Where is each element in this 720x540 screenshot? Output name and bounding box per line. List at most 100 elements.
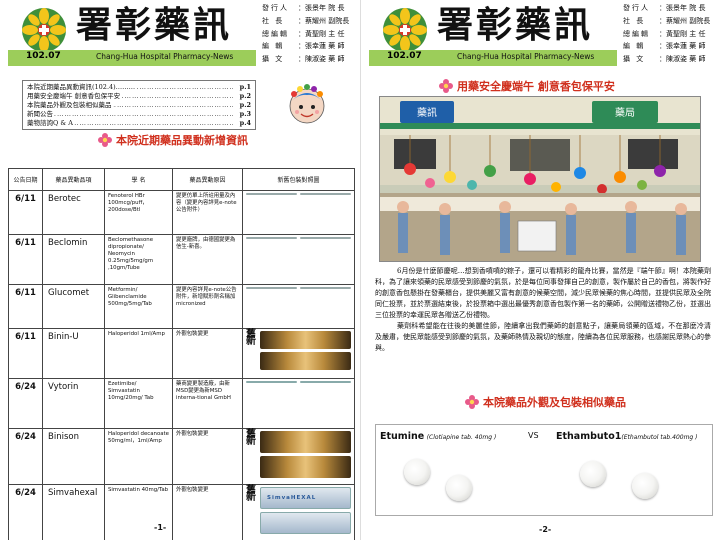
toc-item-page: p.2 [238, 101, 251, 110]
toc-item-title: 新聞公告 [27, 110, 54, 118]
row-reason: 外觀包裝變更 [172, 328, 243, 379]
packaging-photos [246, 381, 351, 383]
etumine-tablet-photo [446, 475, 472, 501]
staff-name: ：張景年 院 長 [298, 4, 345, 12]
new-label: 新 [246, 492, 256, 503]
ethambutol-tablet-photo [580, 461, 606, 487]
staff-role: 編 輯 [262, 42, 285, 51]
article-paragraph: 藥劑科希望能在往後的美麗佳節，陸續拿出我們藥師的創意點子，讓藥局領藥的區域，不在… [375, 322, 711, 352]
section-heading: 用藥安全慶端午 創意香包保平安 [439, 78, 615, 94]
table-row: 6/24 Binison Haloperidol decanoate 50mg/… [8, 428, 355, 485]
staff-row: 總編輯 ：黃聖剛 主 任 [262, 28, 358, 41]
staff-name: ：張幸蓮 藥 師 [659, 42, 706, 51]
new-package-photo [300, 193, 351, 195]
row-date: 6/11 [8, 190, 43, 235]
staff-name: ：蔡耀州 副院長 [659, 16, 711, 25]
packaging-photos [246, 237, 351, 239]
new-package-photo [300, 237, 351, 239]
masthead-subtitle: Chang-Hua Hospital Pharmacy-News [96, 52, 234, 61]
table-row: 6/11 Glucomet Metformin/ Glibenclamide 5… [8, 284, 355, 329]
table-row: 6/24 Simvahexal Simvastatin 40mg/Tab 外觀包… [8, 484, 355, 540]
toc-item-title: 本院藥品外觀及包裝相似藥品 [27, 101, 113, 109]
staff-row: 總編輯 ：黃聖剛 主 任 [623, 28, 719, 41]
staff-role: 總編輯 [262, 29, 289, 38]
toc-item-title: 用藥安全慶端午 創意香包保平安 [27, 92, 122, 100]
newsletter-page-1: 署彰藥訊 102.07 Chang-Hua Hospital Pharmacy-… [0, 0, 360, 540]
issue-number: 102.07 [26, 51, 61, 61]
toc-item[interactable]: …………………………………………………………………………………………本院藥品外觀… [27, 101, 251, 110]
section-title: 本院近期藥品異動新增資訊 [116, 134, 248, 147]
hospital-logo-icon [383, 8, 427, 52]
row-reason: 變更仿單上所註用量及內容（變更內容詳見e-note公告附件） [172, 190, 243, 235]
page-number: -2- [539, 525, 552, 534]
row-reason: 外觀包裝變更 [172, 428, 243, 485]
table-row: 6/11 Beclomin Beclomethasone dipropionat… [8, 234, 355, 285]
row-date: 6/11 [8, 328, 43, 379]
toc-item-title: 本院近期藥品異動資訊(102.4)……… [27, 83, 137, 91]
staff-row: 社 長 ：蔡耀州 副院長 [262, 15, 358, 28]
pharmacy-scene-illustration: 藥訊 藥局 [380, 97, 700, 261]
row-reason: 外觀包裝變更 [172, 484, 243, 540]
column-header-date: 公告日期 [8, 168, 43, 191]
staff-name: ：黃聖剛 主 任 [298, 29, 345, 38]
masthead-bar: 102.07 Chang-Hua Hospital Pharmacy-News [369, 50, 617, 66]
row-date: 6/24 [8, 484, 43, 540]
old-new-labels: 舊新 [246, 330, 256, 347]
staff-row: 攝 文 ：陳淑姿 藥 師 [262, 53, 358, 66]
column-header-item: 藥品異動品項 [42, 168, 105, 191]
row-date: 6/11 [8, 234, 43, 285]
hospital-logo-icon [22, 8, 66, 52]
old-package-photo [246, 381, 297, 383]
article-paragraph: 6月份是什麼節慶呢…想到香噴噴的粽子，還可以看精彩的龍舟比賽，當然是『端午節』啊… [375, 267, 711, 319]
table-row: 6/11 Binin-U Haloperidol 1ml/Amp 外觀包裝變更 … [8, 328, 355, 379]
row-drug-name: Berotec [42, 190, 105, 235]
toc-item[interactable]: …………………………………………………………………………………………新聞公告 p.… [27, 110, 251, 119]
staff-role: 總編輯 [623, 29, 650, 38]
photo-sign-1: 藥訊 [417, 106, 437, 119]
toc-item[interactable]: …………………………………………………………………………………………用藥安全慶端… [27, 92, 251, 101]
newsletter-page-2: 署彰藥訊 102.07 Chang-Hua Hospital Pharmacy-… [360, 0, 720, 540]
article-body: 6月份是什麼節慶呢…想到香噴噴的粽子，還可以看精彩的龍舟比賽，當然是『端午節』啊… [375, 266, 711, 354]
section-heading: 本院藥品外觀及包裝相似藥品 [465, 394, 626, 410]
old-ampoule-photo [260, 431, 351, 453]
row-reason: 變更廠牌，由德國變更為信生-新喜。 [172, 234, 243, 285]
packaging-photos [246, 193, 351, 195]
staff-role: 編 輯 [623, 42, 646, 51]
staff-name: ：陳淑姿 藥 師 [298, 55, 345, 64]
left-drug-brand: Etumine [380, 431, 425, 442]
drug-change-table: 公告日期 藥品異動品項 學 名 藥品異動原因 新舊包裝對照圖 6/11 Bero… [8, 168, 355, 540]
column-header-packaging: 新舊包裝對照圖 [242, 168, 355, 191]
staff-list: 發行人 ：張景年 院 長 社 長 ：蔡耀州 副院長 總編輯 ：黃聖剛 主 任 編 輯 ：… [623, 2, 719, 66]
new-package-photo [300, 287, 351, 289]
row-generic: Fenoterol HBr 100mcg/puff，200dose/Btl [104, 190, 173, 235]
row-date: 6/24 [8, 428, 43, 485]
staff-name: ：黃聖剛 主 任 [659, 29, 706, 38]
row-packaging: 舊新 [242, 428, 355, 485]
masthead: 署彰藥訊 102.07 Chang-Hua Hospital Pharmacy-… [8, 2, 256, 66]
flower-bullet-icon [98, 133, 112, 147]
table-row: 6/24 Vytorin Ezetimibe/ Simvastatin 10mg… [8, 378, 355, 429]
section-title: 本院藥品外觀及包裝相似藥品 [483, 396, 626, 409]
toc-item[interactable]: …………………………………………………………………………………………本院近期藥品… [27, 83, 251, 92]
new-label: 新 [246, 436, 256, 447]
row-drug-name: Beclomin [42, 234, 105, 285]
etumine-tablet-photo [404, 459, 430, 485]
old-package-photo [246, 193, 297, 195]
row-drug-name: Binin-U [42, 328, 105, 379]
ethambutol-tablet-photo [632, 473, 658, 499]
masthead: 署彰藥訊 102.07 Chang-Hua Hospital Pharmacy-… [369, 2, 617, 66]
new-box-photo [260, 512, 351, 534]
toc-item[interactable]: …………………………………………………………………………………………藥物諮詢Q … [27, 119, 251, 128]
masthead-subtitle: Chang-Hua Hospital Pharmacy-News [457, 52, 595, 61]
old-new-labels: 舊新 [246, 486, 256, 503]
row-date: 6/24 [8, 378, 43, 429]
right-drug-brand: Ethambuto1 [556, 431, 622, 442]
section-heading: 本院近期藥品異動新增資訊 [98, 132, 248, 148]
page-number: -1- [154, 523, 167, 532]
row-packaging [242, 378, 355, 429]
staff-list: 發行人 ：張景年 院 長 社 長 ：蔡耀州 副院長 總編輯 ：黃聖剛 主 任 編 輯 ：… [262, 2, 358, 66]
staff-row: 發行人 ：張景年 院 長 [623, 2, 719, 15]
old-ampoule-photo [260, 331, 351, 349]
column-header-reason: 藥品異動原因 [172, 168, 243, 191]
staff-role: 攝 文 [262, 55, 285, 64]
